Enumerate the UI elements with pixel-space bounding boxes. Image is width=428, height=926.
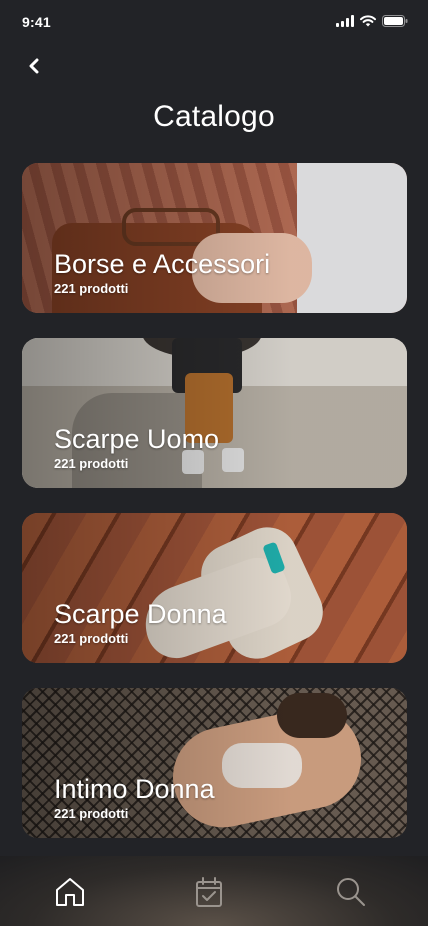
cellular-signal-icon <box>336 15 354 27</box>
category-card-intimo-donna[interactable]: Intimo Donna 221 prodotti <box>22 688 407 838</box>
nav-home[interactable] <box>50 872 90 912</box>
calendar-check-icon <box>196 877 222 907</box>
category-count: 221 prodotti <box>54 456 129 471</box>
category-count: 221 prodotti <box>54 631 129 646</box>
category-count: 221 prodotti <box>54 281 129 296</box>
category-title: Borse e Accessori <box>54 249 271 279</box>
category-count: 221 prodotti <box>54 806 129 821</box>
nav-orders[interactable] <box>189 872 229 912</box>
category-card-scarpe-donna[interactable]: Scarpe Donna 221 prodotti <box>22 513 407 663</box>
back-button[interactable] <box>22 54 46 78</box>
status-time: 9:41 <box>22 14 51 30</box>
wifi-icon <box>360 15 376 27</box>
category-title: Scarpe Uomo <box>54 424 220 454</box>
status-icons <box>336 15 408 27</box>
category-title: Scarpe Donna <box>54 599 227 629</box>
category-card-scarpe-uomo[interactable]: Scarpe Uomo 221 prodotti <box>22 338 407 488</box>
category-list: Borse e Accessori 221 prodotti Scarpe Uo… <box>22 163 407 863</box>
chevron-left-icon <box>29 58 39 74</box>
category-title: Intimo Donna <box>54 774 215 804</box>
search-icon <box>337 878 365 906</box>
battery-icon <box>382 15 408 27</box>
nav-search[interactable] <box>331 872 371 912</box>
bottom-nav <box>0 856 428 926</box>
status-bar: 9:41 <box>0 0 428 44</box>
home-icon <box>56 878 84 906</box>
page-title: Catalogo <box>153 100 275 133</box>
category-card-borse-accessori[interactable]: Borse e Accessori 221 prodotti <box>22 163 407 313</box>
